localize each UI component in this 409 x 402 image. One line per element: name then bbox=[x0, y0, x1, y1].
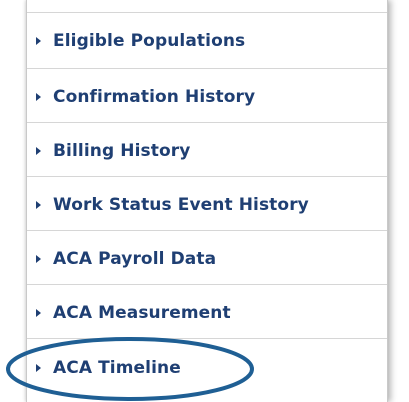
caret-right-icon bbox=[36, 201, 41, 209]
menu-list: Eligible Populations Confirmation Histor… bbox=[27, 0, 387, 393]
caret-right-icon bbox=[36, 147, 41, 155]
menu-panel: Eligible Populations Confirmation Histor… bbox=[26, 0, 388, 402]
menu-item-label: Eligible Populations bbox=[53, 30, 246, 51]
menu-item-label: Confirmation History bbox=[53, 87, 256, 107]
menu-item-aca-payroll-data[interactable]: ACA Payroll Data bbox=[27, 234, 387, 285]
menu-item-aca-timeline[interactable]: ACA Timeline bbox=[27, 342, 387, 393]
menu-item-billing-history[interactable]: Billing History bbox=[27, 126, 387, 177]
menu-item-label: ACA Payroll Data bbox=[53, 249, 217, 269]
menu-item-label: Work Status Event History bbox=[53, 195, 309, 215]
menu-item-work-status-event-history[interactable]: Work Status Event History bbox=[27, 180, 387, 231]
menu-item-confirmation-history[interactable]: Confirmation History bbox=[27, 72, 387, 123]
menu-item-label: ACA Timeline bbox=[53, 357, 181, 378]
caret-right-icon bbox=[36, 255, 41, 263]
menu-item-label: ACA Measurement bbox=[53, 303, 231, 323]
caret-right-icon bbox=[36, 363, 41, 372]
caret-right-icon bbox=[36, 309, 41, 317]
menu-item-label: Billing History bbox=[53, 141, 191, 161]
caret-right-icon bbox=[36, 93, 41, 101]
caret-right-icon bbox=[36, 36, 41, 45]
menu-item-aca-measurement[interactable]: ACA Measurement bbox=[27, 288, 387, 339]
menu-item-eligible-populations[interactable]: Eligible Populations bbox=[27, 12, 387, 69]
